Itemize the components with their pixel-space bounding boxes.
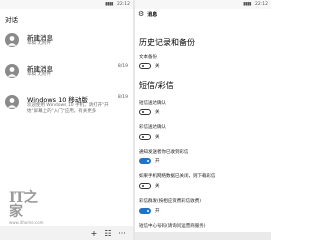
toggle-state: 开 <box>155 209 160 214</box>
toggle-sms-delivery[interactable]: 关 <box>139 109 160 115</box>
setting-label-notify-sender: 通知发送者你已收到彩信 <box>139 150 189 155</box>
settings-header: ⚙ 消息 <box>135 9 271 20</box>
toggle-download-mms[interactable]: 关 <box>139 183 160 189</box>
avatar-icon <box>5 64 19 78</box>
conversation-preview: 草稿 无附件 <box>27 41 51 46</box>
gear-icon: ⚙ <box>138 10 145 18</box>
status-time: 22:12 <box>255 2 268 7</box>
watermark-logo: IT之家 www.ithome.com <box>9 191 44 225</box>
toggle-switch[interactable] <box>139 134 151 140</box>
conversation-item[interactable]: Windows 10 移动版 欢迎使用 Windows 10 手机，请打开"开始… <box>0 92 133 122</box>
avatar-icon <box>5 95 19 109</box>
toggle-mms-delivery[interactable]: 关 <box>139 134 160 140</box>
settings-panel: ▮▮▮▮ 22:12 ⚙ 消息 历史记录和备份 文本备份 关 短信/彩信 短信送… <box>135 0 271 240</box>
section-title-sms: 短信/彩信 <box>139 81 174 90</box>
conversation-item[interactable]: 新建消息 草稿 无附件 <box>0 30 133 56</box>
status-time: 22:12 <box>117 2 130 7</box>
page-title: 对话 <box>5 16 18 24</box>
conversation-preview: 草稿 无附件 <box>27 72 51 77</box>
toggle-text-backup[interactable]: 关 <box>139 63 160 69</box>
more-icon[interactable]: ··· <box>115 227 129 239</box>
toggle-switch[interactable] <box>139 63 151 69</box>
app-bar: + ☷ ··· <box>0 226 133 240</box>
signal-icon: ▮▮▮▮ <box>105 2 114 7</box>
watermark-logo-text: IT之家 <box>9 190 38 220</box>
status-bar: ▮▮▮▮ 22:12 <box>135 0 271 9</box>
toggle-switch[interactable] <box>139 208 151 214</box>
toggle-notify-sender[interactable]: 开 <box>139 158 160 164</box>
setting-label-sms-center[interactable]: 短信中心号码(请询问运营商服务) <box>139 223 206 229</box>
conversation-preview: 欢迎使用 Windows 10 手机，请打开"开始"屏幕上的"入门"应用。有关更… <box>27 103 109 114</box>
bottom-bar <box>135 232 271 240</box>
setting-label-mms-delivery: 彩信送达确认 <box>139 125 166 130</box>
avatar-icon <box>5 33 19 47</box>
conversation-item[interactable]: 新建消息 草稿 无附件 8/19 <box>0 61 133 87</box>
setting-label-download-mms: 如果手机网络数据已关闭，则下载彩信 <box>139 174 216 179</box>
settings-title: 消息 <box>147 12 158 18</box>
select-icon[interactable]: ☷ <box>101 227 115 239</box>
toggle-switch[interactable] <box>139 109 151 115</box>
status-bar: ▮▮▮▮ 22:12 <box>0 0 133 9</box>
setting-label-group-mms: 彩信群发(按相应资费彩信收费) <box>139 199 202 204</box>
setting-label-sms-delivery: 短信送达确认 <box>139 101 166 106</box>
toggle-state: 关 <box>155 110 160 115</box>
watermark-url: www.ithome.com <box>9 220 44 225</box>
signal-icon: ▮▮▮▮ <box>243 2 252 7</box>
add-icon[interactable]: + <box>87 227 101 239</box>
conversations-panel: ▮▮▮▮ 22:12 对话 新建消息 草稿 无附件 新建消息 草稿 无附件 8/… <box>0 0 133 240</box>
conversation-date: 8/19 <box>117 95 128 100</box>
conversation-date: 8/19 <box>117 64 128 69</box>
setting-label-text-backup: 文本备份 <box>139 55 157 60</box>
toggle-state: 关 <box>155 184 160 189</box>
toggle-switch[interactable] <box>139 158 151 164</box>
toggle-state: 关 <box>155 64 160 69</box>
toggle-state: 关 <box>155 135 160 140</box>
toggle-state: 开 <box>155 159 160 164</box>
section-title-history: 历史记录和备份 <box>139 38 195 47</box>
toggle-switch[interactable] <box>139 183 151 189</box>
toggle-group-mms[interactable]: 开 <box>139 208 160 214</box>
